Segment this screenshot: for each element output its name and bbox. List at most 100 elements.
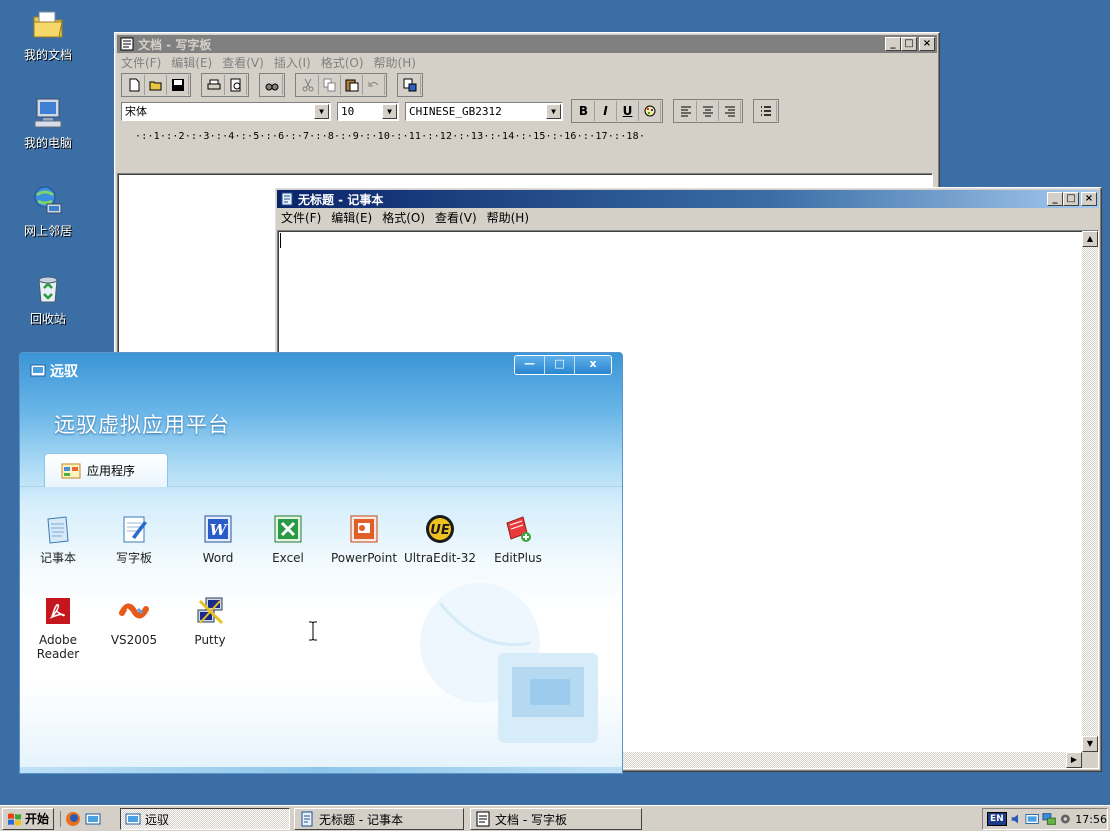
yuanyu-bottom-bar	[20, 767, 622, 773]
menu-edit[interactable]: 编辑(E)	[171, 54, 212, 71]
wordpad-titlebar[interactable]: 文档 - 写字板 _ □ ×	[117, 35, 937, 53]
script-select[interactable]: CHINESE_GB2312 ▼	[405, 101, 563, 121]
app-putty[interactable]: Putty	[172, 595, 248, 647]
size-grip-icon[interactable]	[1082, 752, 1098, 768]
notepad-icon	[281, 192, 293, 206]
underline-button[interactable]: U	[617, 101, 639, 121]
align-center-icon[interactable]	[697, 101, 719, 121]
align-left-icon[interactable]	[675, 101, 697, 121]
maximize-button[interactable]: □	[545, 356, 575, 374]
app-editplus[interactable]: EditPlus	[480, 513, 556, 565]
close-button[interactable]: ×	[1081, 192, 1097, 206]
ultraedit-icon: UE	[426, 515, 454, 543]
close-button[interactable]: x	[575, 356, 611, 374]
start-button[interactable]: 开始	[2, 807, 55, 830]
new-document-icon[interactable]	[123, 75, 145, 95]
computer-icon	[34, 98, 62, 128]
app-adobe-reader[interactable]: Adobe Reader	[20, 595, 96, 661]
menu-help[interactable]: 帮助(H)	[374, 54, 416, 71]
desktop-icon-my-computer[interactable]: 我的电脑	[8, 96, 88, 151]
app-excel[interactable]: Excel	[250, 513, 326, 565]
decorative-satellite-graphic	[420, 583, 598, 743]
font-name-value: 宋体	[125, 105, 147, 118]
menu-help[interactable]: 帮助(H)	[487, 209, 529, 226]
menu-view[interactable]: 查看(V)	[435, 209, 477, 226]
desktop-icon-network[interactable]: 网上邻居	[8, 184, 88, 239]
minimize-button[interactable]: _	[1047, 192, 1063, 206]
powerpoint-icon	[350, 515, 378, 543]
app-vs2005[interactable]: VS2005	[96, 595, 172, 647]
task-notepad[interactable]: 无标题 - 记事本	[294, 808, 464, 830]
volume-icon[interactable]	[1010, 812, 1022, 826]
taskbar: 开始 远驭 无标题 - 记事本 文档 - 写字板 EN 17:56	[0, 805, 1110, 831]
bullet-list-icon[interactable]	[755, 101, 777, 121]
task-yuanyu[interactable]: 远驭	[120, 808, 290, 830]
yuanyu-tray-icon[interactable]	[1025, 811, 1039, 827]
color-palette-icon[interactable]	[639, 101, 661, 121]
firefox-icon[interactable]	[65, 811, 81, 827]
yuanyu-titlebar[interactable]: 远驭	[30, 361, 78, 381]
desktop-icon-my-documents[interactable]: 我的文档	[8, 8, 88, 63]
notepad-titlebar[interactable]: 无标题 - 记事本 _ □ ×	[277, 190, 1099, 208]
menu-file[interactable]: 文件(F)	[121, 54, 161, 71]
close-button[interactable]: ×	[919, 37, 935, 51]
recycle-bin-icon	[38, 276, 58, 303]
yuanyu-title: 远驭	[50, 364, 78, 380]
align-right-icon[interactable]	[719, 101, 741, 121]
quick-launch	[60, 810, 101, 827]
print-preview-icon[interactable]	[225, 75, 247, 95]
save-icon[interactable]	[167, 75, 189, 95]
notepad-icon	[47, 516, 69, 544]
scroll-right-icon[interactable]: ▶	[1066, 752, 1082, 768]
yuanyu-window[interactable]: 远驭 — □ x 远驭虚拟应用平台 应用程序 记事本 写字板 W Word Ex…	[19, 352, 623, 774]
excel-icon	[274, 515, 302, 543]
script-value: CHINESE_GB2312	[409, 104, 502, 118]
menu-file[interactable]: 文件(F)	[281, 209, 321, 226]
scroll-up-icon[interactable]: ▲	[1082, 231, 1098, 247]
language-indicator[interactable]: EN	[987, 812, 1007, 826]
copy-icon[interactable]	[319, 75, 341, 95]
maximize-button[interactable]: □	[1063, 192, 1079, 206]
maximize-button[interactable]: □	[901, 37, 917, 51]
open-folder-icon[interactable]	[145, 75, 167, 95]
minimize-button[interactable]: _	[885, 37, 901, 51]
font-size-select[interactable]: 10 ▼	[337, 101, 399, 121]
task-label: 文档 - 写字板	[495, 812, 567, 827]
italic-button[interactable]: I	[595, 101, 617, 121]
vertical-scrollbar[interactable]: ▲ ▼	[1082, 231, 1098, 752]
menu-format[interactable]: 格式(O)	[382, 209, 425, 226]
find-icon[interactable]	[261, 75, 283, 95]
menu-view[interactable]: 查看(V)	[222, 54, 264, 71]
tab-applications[interactable]: 应用程序	[44, 453, 168, 487]
cut-icon[interactable]	[297, 75, 319, 95]
scroll-down-icon[interactable]: ▼	[1082, 736, 1098, 752]
yuanyu-app-icon	[125, 813, 141, 825]
print-icon[interactable]	[203, 75, 225, 95]
vs2005-icon	[119, 603, 149, 619]
settings-gear-icon[interactable]	[1060, 813, 1071, 825]
clock[interactable]: 17:56	[1075, 813, 1107, 826]
insert-datetime-icon[interactable]	[399, 75, 421, 95]
desktop-icon-recycle-bin[interactable]: 回收站	[8, 272, 88, 327]
menu-insert[interactable]: 插入(I)	[274, 54, 311, 71]
menu-format[interactable]: 格式(O)	[321, 54, 364, 71]
minimize-button[interactable]: —	[515, 356, 545, 374]
wordpad-ruler[interactable]: ·:·1·:·2·:·3·:·4·:·5·:·6·:·7·:·8·:·9·:·1…	[121, 126, 933, 146]
app-ultraedit[interactable]: UE UltraEdit-32	[402, 513, 478, 565]
system-tray: EN 17:56	[982, 808, 1108, 830]
network-tray-icon[interactable]	[1042, 811, 1057, 827]
font-name-select[interactable]: 宋体 ▼	[121, 101, 331, 121]
wordpad-icon	[120, 37, 134, 51]
app-powerpoint[interactable]: PowerPoint	[326, 513, 402, 565]
task-wordpad[interactable]: 文档 - 写字板	[470, 808, 642, 830]
app-word[interactable]: W Word	[180, 513, 256, 565]
adobe-reader-icon	[46, 598, 70, 624]
bold-button[interactable]: B	[573, 101, 595, 121]
app-notepad[interactable]: 记事本	[20, 513, 96, 565]
app-wordpad[interactable]: 写字板	[96, 513, 172, 565]
undo-icon[interactable]	[363, 75, 385, 95]
start-label: 开始	[25, 812, 50, 826]
menu-edit[interactable]: 编辑(E)	[331, 209, 372, 226]
paste-icon[interactable]	[341, 75, 363, 95]
yuanyu-quicklaunch-icon[interactable]	[85, 811, 101, 827]
